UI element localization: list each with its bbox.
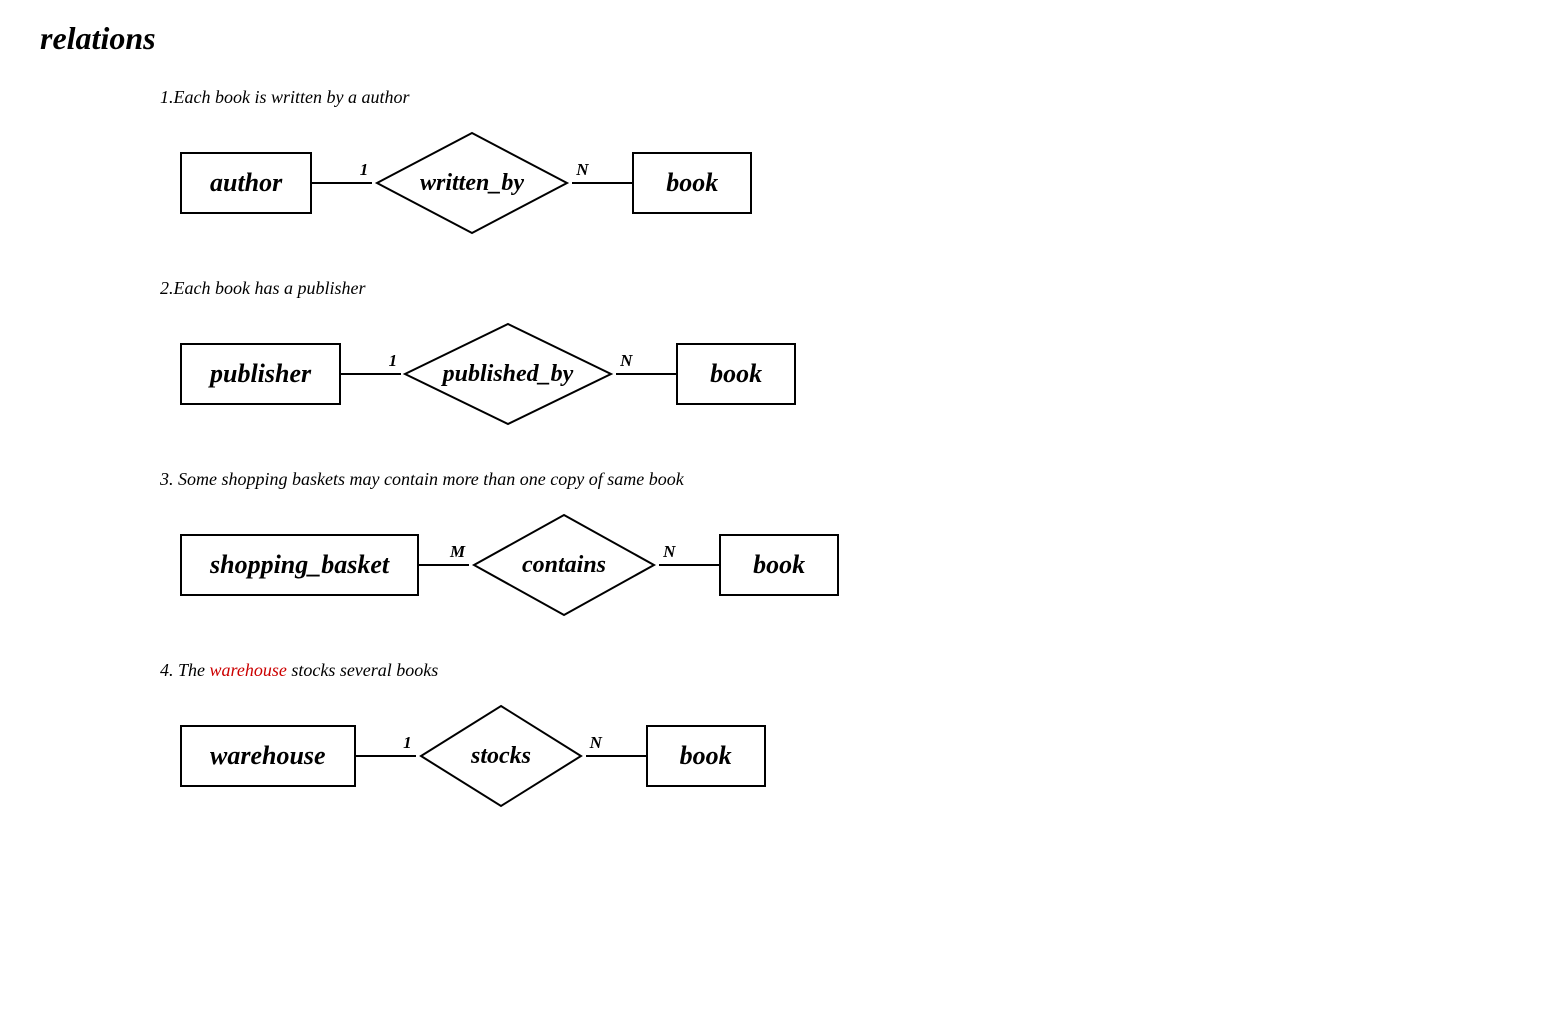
right-connector-1: N (572, 182, 632, 184)
diamond-1: written_by (372, 128, 572, 238)
svg-text:published_by: published_by (441, 361, 574, 387)
relation-description-3: 3. Some shopping baskets may contain mor… (160, 469, 1510, 490)
diamond-4: stocks (416, 701, 586, 811)
desc-part1: 4. The (160, 660, 210, 680)
relation-description-1: 1.Each book is written by a author (160, 87, 1510, 108)
card-left-2: 1 (389, 351, 398, 371)
left-connector-1: 1 (312, 182, 372, 184)
desc-part2: stocks several books (287, 660, 438, 680)
relation-description-4: 4. The warehouse stocks several books (160, 660, 1510, 681)
card-right-1: N (576, 160, 588, 180)
right-connector-2: N (616, 373, 676, 375)
relation-section-1: 1.Each book is written by a author autho… (40, 87, 1510, 238)
entity-publisher: publisher (180, 343, 341, 405)
relation-section-3: 3. Some shopping baskets may contain mor… (40, 469, 1510, 620)
er-diagram-3: shopping_basket M contains N book (180, 510, 1510, 620)
right-connector-4: N (586, 755, 646, 757)
left-connector-4: 1 (356, 755, 416, 757)
entity-book-4: book (646, 725, 766, 787)
page-title: relations (40, 20, 1510, 57)
line-right-1 (572, 182, 632, 184)
diamond-3: contains (469, 510, 659, 620)
relation-description-2: 2.Each book has a publisher (160, 278, 1510, 299)
card-right-2: N (620, 351, 632, 371)
entity-book-2: book (676, 343, 796, 405)
line-right-3 (659, 564, 719, 566)
er-diagram-1: author 1 written_by N book (180, 128, 1510, 238)
line-left-3 (419, 564, 469, 566)
card-left-3: M (450, 542, 465, 562)
line-left-1 (312, 182, 372, 184)
entity-book-1: book (632, 152, 752, 214)
svg-text:contains: contains (522, 552, 606, 578)
line-right-4 (586, 755, 646, 757)
line-left-4 (356, 755, 416, 757)
svg-text:written_by: written_by (420, 170, 524, 196)
er-diagram-4: warehouse 1 stocks N book (180, 701, 1510, 811)
card-right-3: N (663, 542, 675, 562)
entity-warehouse: warehouse (180, 725, 356, 787)
card-left-1: 1 (360, 160, 369, 180)
card-left-4: 1 (403, 733, 412, 753)
line-right-2 (616, 373, 676, 375)
relation-section-2: 2.Each book has a publisher publisher 1 … (40, 278, 1510, 429)
line-left-2 (341, 373, 401, 375)
left-connector-3: M (419, 564, 469, 566)
desc-highlight: warehouse (210, 660, 287, 680)
left-connector-2: 1 (341, 373, 401, 375)
relation-section-4: 4. The warehouse stocks several books wa… (40, 660, 1510, 811)
right-connector-3: N (659, 564, 719, 566)
card-right-4: N (590, 733, 602, 753)
entity-shopping-basket: shopping_basket (180, 534, 419, 596)
diamond-2: published_by (401, 319, 616, 429)
er-diagram-2: publisher 1 published_by N book (180, 319, 1510, 429)
entity-author: author (180, 152, 312, 214)
entity-book-3: book (719, 534, 839, 596)
svg-text:stocks: stocks (470, 743, 531, 769)
